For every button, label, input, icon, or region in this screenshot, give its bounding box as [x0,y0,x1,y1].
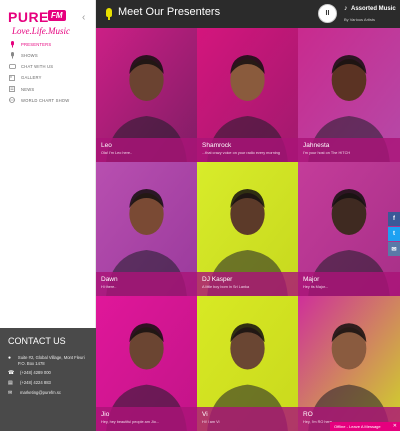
presenter-name: Leo [101,142,112,149]
presenter-tagline: Hi! I am Vi [202,420,220,424]
presenter-caption: Jio Hey, hey beautiful people am Jio... [96,407,197,431]
gallery-icon [8,74,16,82]
presenter-card[interactable]: Jahnesta I'm your host on The HITCH [298,28,400,162]
presenter-card[interactable]: Vi Hi! I am Vi [197,296,298,431]
presenter-name: Jio [101,411,110,418]
email-text: marketing@purefm.sc [20,390,62,395]
presenter-caption: Shamrock ...that crazy voice on your rad… [197,138,298,162]
presenter-card[interactable]: DJ Kasper A little boy born in Sri Lanka [197,162,298,296]
music-note-icon: ♪ [344,5,348,12]
presenter-caption: Major Hey its Major... [298,272,400,296]
presenter-card[interactable]: Leo Ola! I'm Leo here.. [96,28,197,162]
presenter-caption: Dawn Hi there.. [96,272,197,296]
presenter-card[interactable]: Dawn Hi there.. [96,162,197,296]
phone-text: (+248) 4289 000 [20,370,51,375]
pause-button[interactable]: II [318,4,337,23]
contact-phone-1[interactable]: ☎ (+248) 4289 000 [8,370,88,376]
presenter-tagline: Ola! I'm Leo here.. [101,151,133,155]
top-bar: Meet Our Presenters II ♪ Assorted Music … [96,0,400,28]
fax-icon: ▤ [8,380,13,386]
mic-stand [108,17,110,20]
contact-panel: CONTACT US ● Suite #2, Global Village, M… [0,328,96,431]
presenter-card[interactable]: Jio Hey, hey beautiful people am Jio... [96,296,197,431]
presenter-name: Jahnesta [303,142,330,149]
logo-word: PURE [8,9,49,25]
sidebar-item-gallery[interactable]: GALLERY [0,73,96,84]
mic-icon [8,40,16,48]
presenter-name: Major [303,276,320,283]
sidebar-item-chat[interactable]: CHAT WITH US [0,61,96,72]
twitter-icon[interactable]: t [388,227,400,241]
sidebar-nav: PRESENTERS SHOWS CHAT WITH US GALLERY NE… [0,39,96,106]
track-title: Assorted Music [351,6,396,12]
chevron-left-icon[interactable]: ‹ [82,12,85,23]
mail-icon[interactable]: ✉ [388,242,400,256]
social-share-rail: f t ✉ [388,212,400,257]
phone-text: (+248) 4224 883 [20,380,51,385]
presenter-tagline: ...that crazy voice on your radio every … [202,151,280,155]
presenter-name: RO [303,411,313,418]
sidebar-item-label: NEWS [21,86,35,92]
address-text: Suite #2, Global Village, Mont Fleuri P.… [17,355,85,366]
sidebar-item-label: PRESENTERS [21,41,52,47]
presenter-card[interactable]: Major Hey its Major... [298,162,400,296]
sidebar-item-label: CHAT WITH US [21,64,54,70]
offline-message-bar[interactable]: Offline - Leave A Message ✕ [330,422,400,431]
track-artist: By Various Artists [344,17,376,22]
presenter-caption: Leo Ola! I'm Leo here.. [96,138,197,162]
logo[interactable]: PURE FM Love.Life.Music [8,9,78,36]
location-pin-icon: ● [8,355,12,361]
logo-tagline: Love.Life.Music [12,26,70,36]
logo-fm-badge: FM [48,10,66,21]
presenter-caption: Jahnesta I'm your host on The HITCH [298,138,400,162]
news-icon [8,85,16,93]
sidebar-item-world-chart-show[interactable]: WORLD CHART SHOW [0,95,96,106]
contact-email[interactable]: ✉ marketing@purefm.sc [8,390,88,396]
presenters-grid: Leo Ola! I'm Leo here.. Shamrock ...that… [96,28,400,431]
contact-phone-2[interactable]: ▤ (+248) 4224 883 [8,380,88,386]
presenter-card[interactable]: Shamrock ...that crazy voice on your rad… [197,28,298,162]
mail-icon: ✉ [8,390,13,396]
sidebar-item-news[interactable]: NEWS [0,84,96,95]
phone-icon: ☎ [8,370,15,376]
offline-text: Offline - Leave A Message [334,424,381,429]
sidebar-item-label: GALLERY [21,75,42,81]
sidebar-item-label: SHOWS [21,52,38,58]
close-icon[interactable]: ✕ [393,423,397,429]
presenter-tagline: Hey, hey beautiful people am Jio... [101,420,159,424]
chat-icon [8,63,16,71]
presenter-name: DJ Kasper [202,276,233,283]
music-player: II ♪ Assorted Music By Various Artists [318,2,400,26]
presenter-caption: DJ Kasper A little boy born in Sri Lanka [197,272,298,296]
page-title: Meet Our Presenters [118,6,221,18]
mic-icon [106,8,112,17]
presenter-caption: Vi Hi! I am Vi [197,407,298,431]
contact-title: CONTACT US [8,336,66,346]
presenter-name: Dawn [101,276,118,283]
sidebar: PURE FM Love.Life.Music ‹ PRESENTERS SHO… [0,0,96,431]
contact-address: ● Suite #2, Global Village, Mont Fleuri … [8,355,88,366]
presenter-tagline: Hey its Major... [303,285,329,289]
presenter-name: Vi [202,411,208,418]
presenter-name: Shamrock [202,142,232,149]
globe-icon [8,96,16,104]
sidebar-item-label: WORLD CHART SHOW [21,97,70,103]
presenter-tagline: A little boy born in Sri Lanka [202,285,250,289]
facebook-icon[interactable]: f [388,212,400,226]
mic-icon [8,51,16,59]
presenter-tagline: I'm your host on The HITCH [303,151,351,155]
presenter-card[interactable]: RO Hey, I'm RO here... [298,296,400,431]
presenter-tagline: Hi there.. [101,285,117,289]
sidebar-item-presenters[interactable]: PRESENTERS [0,39,96,50]
sidebar-item-shows[interactable]: SHOWS [0,50,96,61]
